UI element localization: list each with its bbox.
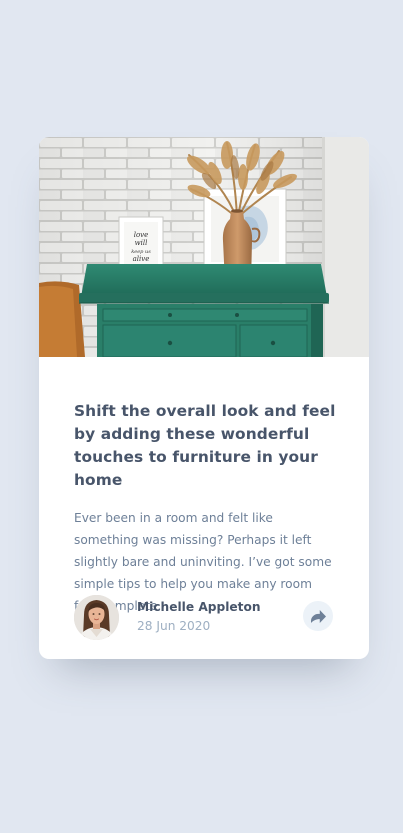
article-hero-image: love will keep us alive <box>39 137 369 357</box>
avatar-portrait-icon <box>74 595 119 640</box>
share-icon <box>311 610 326 623</box>
svg-text:love: love <box>134 231 149 239</box>
author-name: Michelle Appleton <box>137 600 261 614</box>
svg-text:alive: alive <box>133 255 150 263</box>
svg-text:will: will <box>135 239 148 247</box>
article-title[interactable]: Shift the overall look and feel by addin… <box>74 400 336 492</box>
article-card: love will keep us alive Shift the overal… <box>39 137 369 659</box>
article-content: Shift the overall look and feel by addin… <box>74 400 336 617</box>
author-avatar <box>74 595 119 640</box>
publish-date: 28 Jun 2020 <box>137 619 211 633</box>
author-row: Michelle Appleton 28 Jun 2020 <box>74 595 334 640</box>
share-button[interactable] <box>303 601 333 631</box>
